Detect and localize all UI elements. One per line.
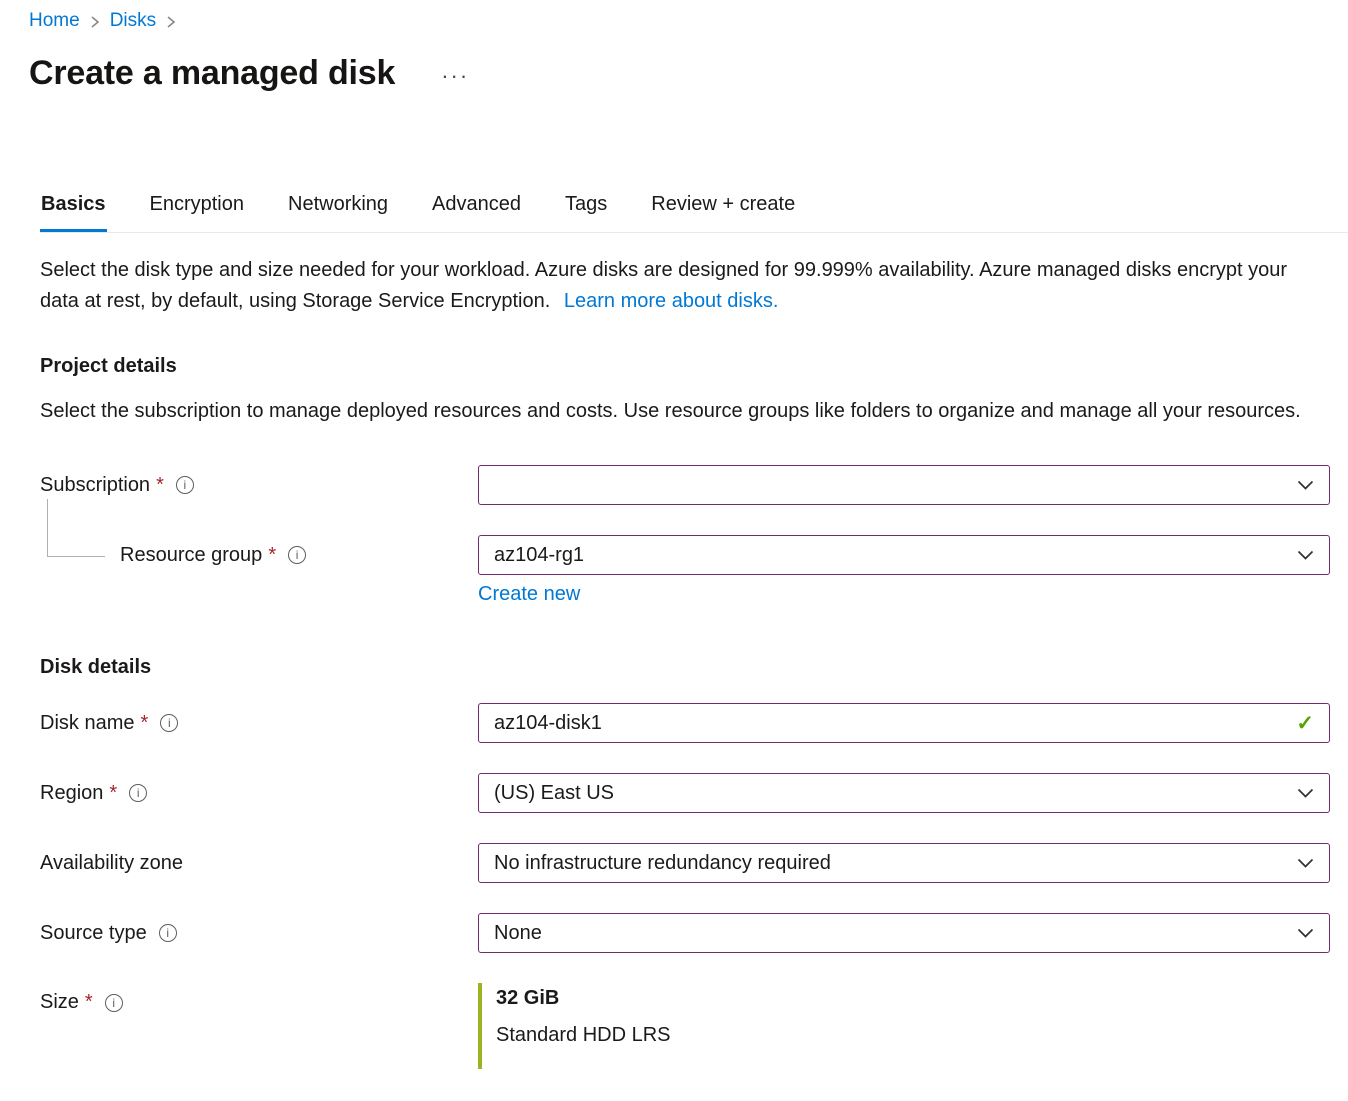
disk-name-input[interactable] (494, 712, 1296, 735)
disk-details-form: Disk name * i ✓ Region * i (US) East US (40, 703, 1330, 1069)
tab-bar: Basics Encryption Networking Advanced Ta… (40, 193, 1348, 233)
source-type-dropdown[interactable]: None (478, 913, 1330, 953)
section-disk-details: Disk details (40, 656, 1330, 679)
source-type-value: None (494, 922, 542, 945)
subscription-label: Subscription (40, 474, 150, 497)
size-selector[interactable]: 32 GiB Standard HDD LRS (478, 983, 1330, 1069)
chevron-down-icon (1297, 858, 1314, 869)
region-dropdown[interactable]: (US) East US (478, 773, 1330, 813)
required-asterisk: * (85, 991, 93, 1014)
required-asterisk: * (140, 712, 148, 735)
chevron-right-icon (166, 15, 176, 29)
disk-name-field: ✓ (478, 703, 1330, 743)
info-icon[interactable]: i (160, 714, 178, 732)
info-icon[interactable]: i (176, 476, 194, 494)
breadcrumb: Home Disks (29, 10, 1330, 32)
size-value: 32 GiB (496, 985, 1330, 1011)
learn-more-link[interactable]: Learn more about disks. (564, 290, 779, 312)
create-managed-disk-page: Home Disks Create a managed disk ··· Bas… (0, 0, 1348, 1069)
valid-check-icon: ✓ (1296, 711, 1314, 736)
info-icon[interactable]: i (105, 994, 123, 1012)
create-new-row: Create new (40, 583, 1330, 606)
chevron-down-icon (1297, 788, 1314, 799)
availability-zone-label: Availability zone (40, 852, 183, 875)
required-asterisk: * (156, 474, 164, 497)
chevron-down-icon (1297, 480, 1314, 491)
tab-tags[interactable]: Tags (564, 193, 608, 232)
resource-group-row: Resource group * i az104-rg1 (40, 535, 1330, 575)
source-type-label: Source type (40, 922, 147, 945)
tab-review-create[interactable]: Review + create (650, 193, 796, 232)
resource-group-dropdown[interactable]: az104-rg1 (478, 535, 1330, 575)
availability-zone-dropdown[interactable]: No infrastructure redundancy required (478, 843, 1330, 883)
info-icon[interactable]: i (129, 784, 147, 802)
breadcrumb-disks[interactable]: Disks (110, 10, 156, 32)
project-details-description: Select the subscription to manage deploy… (40, 396, 1312, 427)
more-menu-icon[interactable]: ··· (441, 65, 469, 93)
required-asterisk: * (268, 544, 276, 567)
tab-advanced[interactable]: Advanced (431, 193, 522, 232)
resource-group-label: Resource group (120, 544, 262, 567)
tab-encryption[interactable]: Encryption (149, 193, 246, 232)
region-row: Region * i (US) East US (40, 773, 1330, 813)
project-details-form: Subscription * i Resource group * i (40, 465, 1330, 606)
region-label: Region (40, 782, 103, 805)
availability-zone-value: No infrastructure redundancy required (494, 852, 831, 875)
section-project-details: Project details (40, 355, 1330, 378)
size-row: Size * i 32 GiB Standard HDD LRS (40, 983, 1330, 1069)
source-type-row: Source type i None (40, 913, 1330, 953)
chevron-down-icon (1297, 550, 1314, 561)
resource-group-value: az104-rg1 (494, 544, 584, 567)
region-value: (US) East US (494, 782, 614, 805)
info-icon[interactable]: i (288, 546, 306, 564)
info-icon[interactable]: i (159, 924, 177, 942)
size-label: Size (40, 991, 79, 1014)
chevron-right-icon (90, 15, 100, 29)
tab-networking[interactable]: Networking (287, 193, 389, 232)
chevron-down-icon (1297, 928, 1314, 939)
disk-name-row: Disk name * i ✓ (40, 703, 1330, 743)
size-sku: Standard HDD LRS (496, 1022, 1330, 1048)
disk-name-label: Disk name (40, 712, 134, 735)
required-asterisk: * (109, 782, 117, 805)
create-new-link[interactable]: Create new (478, 583, 580, 605)
subscription-dropdown[interactable] (478, 465, 1330, 505)
page-title: Create a managed disk (29, 54, 395, 93)
tab-basics[interactable]: Basics (40, 193, 107, 232)
availability-zone-row: Availability zone No infrastructure redu… (40, 843, 1330, 883)
breadcrumb-home[interactable]: Home (29, 10, 80, 32)
subscription-row: Subscription * i (40, 465, 1330, 505)
